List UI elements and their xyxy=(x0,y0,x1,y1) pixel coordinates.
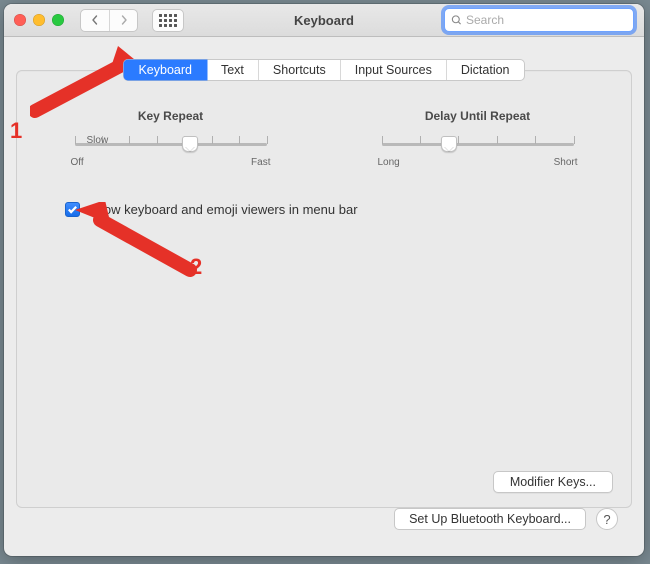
tab-dictation[interactable]: Dictation xyxy=(447,60,524,80)
delay-until-repeat-group: Delay Until Repeat Long . Short xyxy=(378,109,578,168)
show-viewers-checkbox-label: Show keyboard and emoji viewers in menu … xyxy=(88,202,358,217)
tab-keyboard[interactable]: Keyboard xyxy=(124,60,207,80)
window-controls xyxy=(14,14,64,26)
panel-area: Keyboard Text Shortcuts Input Sources Di… xyxy=(4,37,644,556)
modifier-keys-button[interactable]: Modifier Keys... xyxy=(493,471,613,493)
close-window-button[interactable] xyxy=(14,14,26,26)
tab-input-sources[interactable]: Input Sources xyxy=(341,60,447,80)
key-repeat-max-label: Fast xyxy=(251,157,270,168)
slider-knob[interactable] xyxy=(441,136,457,152)
slider-knob[interactable] xyxy=(182,136,198,152)
key-repeat-label: Key Repeat xyxy=(71,109,271,123)
delay-until-repeat-slider[interactable] xyxy=(382,133,574,155)
checkbox-icon xyxy=(65,202,80,217)
bottom-bar: Set Up Bluetooth Keyboard... ? xyxy=(16,508,632,542)
titlebar: Keyboard xyxy=(4,4,644,37)
nav-back-forward xyxy=(80,9,138,32)
preferences-window: Keyboard Keyboard Text Shortcuts Input S… xyxy=(4,4,644,556)
show-viewers-checkbox-row[interactable]: Show keyboard and emoji viewers in menu … xyxy=(65,202,611,217)
search-input[interactable] xyxy=(466,13,627,27)
search-icon xyxy=(451,14,462,26)
keyboard-panel: Key Repeat Off . Fast Slow Delay Until R… xyxy=(16,70,632,508)
grid-icon xyxy=(159,14,177,27)
setup-bluetooth-keyboard-button[interactable]: Set Up Bluetooth Keyboard... xyxy=(394,508,586,530)
sliders-row: Key Repeat Off . Fast Slow Delay Until R… xyxy=(37,109,611,168)
forward-button[interactable] xyxy=(109,10,137,31)
show-all-button[interactable] xyxy=(152,9,184,32)
key-repeat-min-label: Off xyxy=(71,157,84,168)
search-field[interactable] xyxy=(444,8,634,32)
help-button[interactable]: ? xyxy=(596,508,618,530)
delay-max-label: Short xyxy=(554,157,578,168)
back-button[interactable] xyxy=(81,10,109,31)
delay-min-label: Long xyxy=(378,157,400,168)
delay-until-repeat-label: Delay Until Repeat xyxy=(378,109,578,123)
minimize-window-button[interactable] xyxy=(33,14,45,26)
zoom-window-button[interactable] xyxy=(52,14,64,26)
tab-text[interactable]: Text xyxy=(207,60,259,80)
key-repeat-slow-label: Slow xyxy=(87,135,109,146)
key-repeat-group: Key Repeat Off . Fast Slow xyxy=(71,109,271,168)
tab-bar: Keyboard Text Shortcuts Input Sources Di… xyxy=(123,59,524,81)
tab-shortcuts[interactable]: Shortcuts xyxy=(259,60,341,80)
